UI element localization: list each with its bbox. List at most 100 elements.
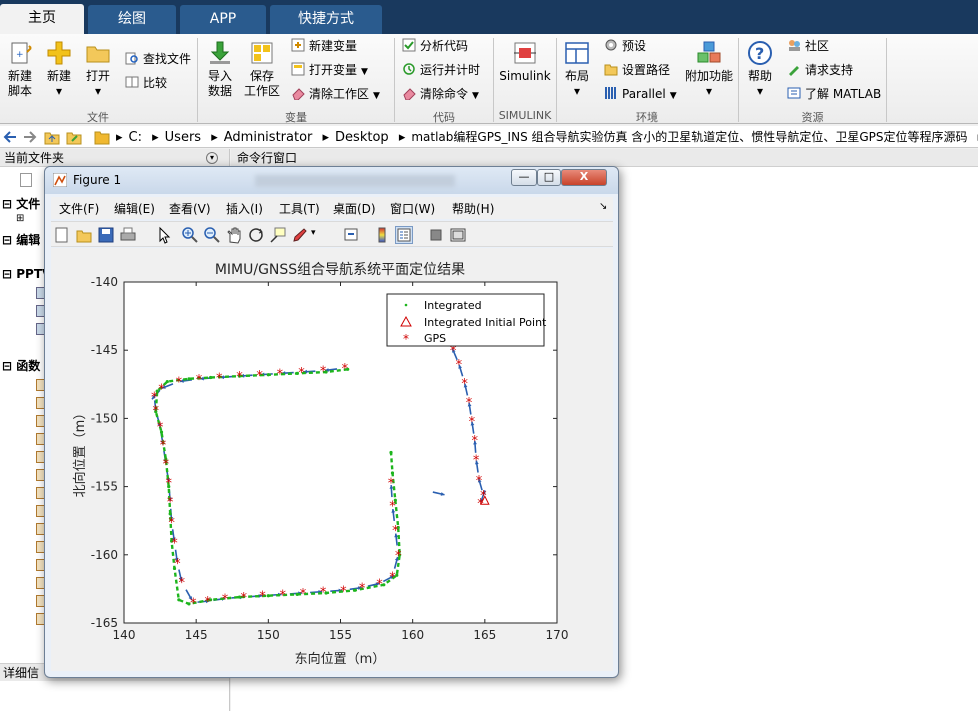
panel-menu-icon[interactable]: ▾ — [206, 152, 218, 164]
gps-point: * — [174, 557, 181, 572]
browse-folder-icon[interactable] — [66, 129, 82, 145]
legend[interactable]: Integrated Integrated Initial Point * GP… — [386, 293, 547, 347]
open-button[interactable]: 打开 ▾ — [74, 40, 122, 99]
chevron-down-icon: ▾ — [573, 84, 581, 98]
gps-point: * — [165, 477, 172, 492]
breadcrumb-item[interactable]: C: — [129, 130, 142, 145]
new-variable-label: 新建变量 — [309, 39, 358, 53]
request-support-button[interactable]: 请求支持 — [787, 61, 853, 81]
gps-point: * — [359, 582, 366, 597]
chevron-down-icon: ▼ — [669, 91, 677, 101]
y-tick-label: -155 — [91, 480, 118, 494]
open-label: 打开 — [85, 69, 110, 83]
clear-commands-label: 清除命令 — [420, 87, 469, 101]
simulink-label: Simulink — [499, 69, 551, 83]
save-label-1: 保存 — [249, 69, 274, 83]
gps-point: * — [204, 595, 211, 610]
clear-workspace-button[interactable]: 清除工作区 ▼ — [291, 85, 380, 105]
gps-point: * — [480, 489, 487, 504]
community-button[interactable]: 社区 — [787, 37, 829, 57]
learn-matlab-icon — [787, 86, 801, 100]
new-script-label-2: 脚本 — [7, 84, 32, 98]
gps-point: * — [340, 584, 347, 599]
layout-label: 布局 — [564, 69, 589, 83]
tree-section[interactable]: ⊟ 编辑 — [2, 231, 40, 248]
x-tick-label: 165 — [473, 628, 496, 642]
plot-svg[interactable]: MIMU/GNSS组合导航系统平面定位结果 东向位置（m） 北向位置（m） 14… — [44, 166, 619, 678]
new-variable-button[interactable]: 新建变量 — [291, 37, 357, 57]
x-tick-label: 145 — [185, 628, 208, 642]
set-path-button[interactable]: 设置路径 — [604, 61, 670, 81]
tab-apps[interactable]: APP — [180, 5, 266, 34]
breadcrumb-item[interactable]: matlab编程GPS_INS 组合导航实验仿真 含小的卫星轨道定位、惯性导航定… — [411, 130, 967, 144]
breadcrumb-separator: ▸ — [116, 130, 123, 145]
tree-section[interactable]: ⊟ 文件 — [2, 195, 40, 212]
clear-commands-button[interactable]: 清除命令 ▼ — [402, 85, 479, 105]
legend-entry-gps: GPS — [424, 332, 446, 345]
x-tick-label: 140 — [113, 628, 136, 642]
new-label: 新建 — [46, 69, 71, 83]
gps-point: * — [473, 453, 480, 468]
back-arrow-icon[interactable] — [2, 129, 18, 145]
layout-button[interactable]: 布局 ▾ — [553, 40, 601, 99]
simulink-button[interactable]: Simulink — [497, 40, 553, 84]
tab-plots[interactable]: 绘图 — [88, 5, 176, 34]
breadcrumb-item[interactable]: Users — [165, 130, 201, 145]
open-variable-button[interactable]: 打开变量 ▼ — [291, 61, 368, 81]
integrated-point — [353, 588, 357, 592]
preferences-button[interactable]: 预设 — [604, 37, 646, 57]
parallel-button[interactable]: Parallel ▼ — [604, 85, 677, 105]
gps-point: * — [196, 373, 203, 388]
legend-marker-gps: * — [403, 332, 409, 346]
eraser-icon — [291, 86, 305, 101]
gps-point: * — [298, 366, 305, 381]
breadcrumb[interactable]: ▸ C: ▸ Users ▸ Administrator ▸ Desktop ▸ matl… — [116, 126, 978, 148]
breadcrumb-separator: ▸ — [398, 130, 406, 145]
gps-point: * — [392, 524, 399, 539]
integrated-point — [168, 512, 172, 516]
gps-point: * — [241, 591, 248, 606]
details-label: 详细信 — [3, 666, 40, 680]
import-icon — [207, 40, 233, 66]
group-label-variable: 变量 — [285, 111, 307, 124]
compare-button[interactable]: 比较 — [125, 74, 167, 94]
forward-arrow-icon[interactable] — [22, 129, 38, 145]
integrated-point — [266, 594, 270, 598]
analyze-code-button[interactable]: 分析代码 — [402, 37, 468, 57]
analyze-code-label: 分析代码 — [420, 39, 469, 53]
add-ons-button[interactable]: 附加功能 ▾ — [684, 40, 734, 99]
layout-icon — [564, 40, 590, 66]
group-label-file: 文件 — [87, 111, 109, 124]
import-label-2: 数据 — [207, 84, 232, 98]
ribbon: + 新建 脚本 新建 ▾ 打开 ▾ 查找文件 比较 文件 导入 数据 保存 工作… — [0, 34, 978, 124]
chevron-down-icon: ▼ — [373, 91, 380, 101]
analyze-code-icon — [402, 38, 416, 52]
run-and-time-button[interactable]: 运行并计时 — [402, 61, 480, 81]
import-data-button[interactable]: 导入 数据 — [196, 40, 244, 99]
expand-icon[interactable]: ⊞ — [16, 213, 24, 224]
gps-point: * — [320, 365, 327, 380]
find-files-button[interactable]: 查找文件 — [125, 50, 191, 70]
gps-point: * — [259, 590, 266, 605]
clear-workspace-label: 清除工作区 — [309, 87, 370, 101]
tree-section[interactable]: ⊟ 函数 — [2, 357, 40, 374]
breadcrumb-item[interactable]: Desktop — [335, 130, 389, 145]
new-script-icon: + — [7, 40, 33, 66]
help-label: 帮助 — [747, 69, 772, 83]
address-bar[interactable]: ▸ C: ▸ Users ▸ Administrator ▸ Desktop ▸ matl… — [0, 126, 978, 148]
gps-point: * — [178, 576, 185, 591]
open-variable-icon — [291, 62, 305, 76]
save-label-2: 工作区 — [243, 84, 280, 98]
section-label: 文件 — [16, 197, 41, 211]
legend-entry-integrated: Integrated — [424, 299, 482, 312]
save-workspace-button[interactable]: 保存 工作区 — [238, 40, 286, 99]
tab-home[interactable]: 主页 — [0, 4, 84, 34]
tab-shortcuts[interactable]: 快捷方式 — [270, 5, 382, 34]
folder-icon — [94, 129, 110, 145]
learn-matlab-button[interactable]: 了解 MATLAB — [787, 85, 881, 105]
help-button[interactable]: ? 帮助 ▾ — [736, 40, 784, 99]
up-folder-icon[interactable] — [44, 129, 60, 145]
breadcrumb-item[interactable]: Administrator — [224, 130, 313, 145]
group-label-simulink: SIMULINK — [498, 109, 552, 122]
y-tick-label: -165 — [91, 616, 118, 630]
